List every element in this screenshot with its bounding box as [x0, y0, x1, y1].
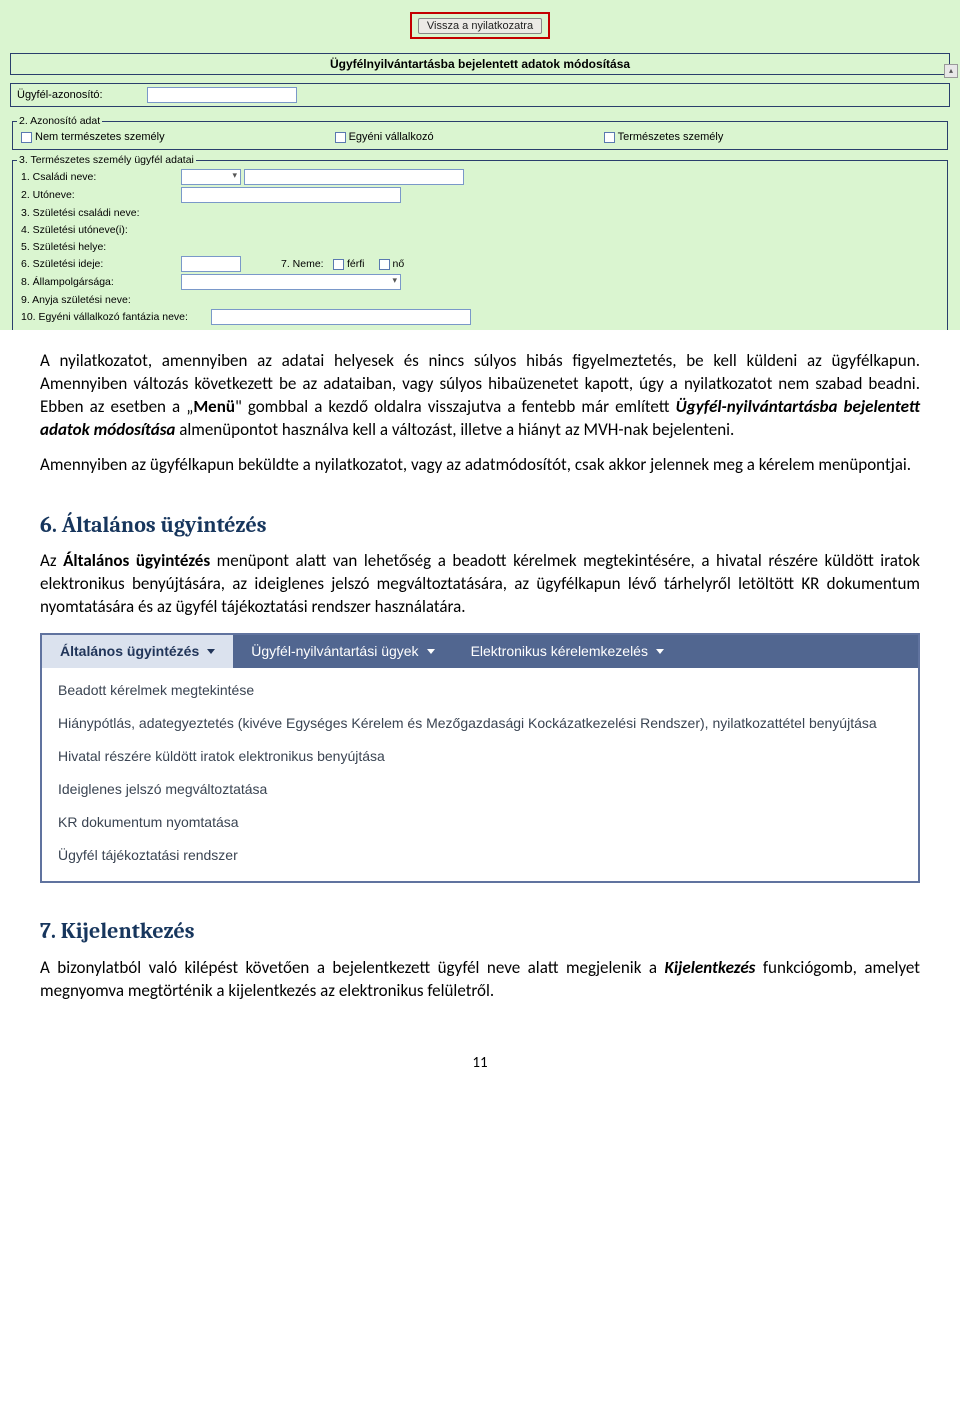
heading-altalanos-ugyintezes: 6. Általános ügyintézés	[40, 511, 920, 541]
azonosito-adat-legend: 2. Azonosító adat	[17, 115, 102, 127]
menu-tabs: Általános ügyintézés Ügyfél-nyilvántartá…	[42, 635, 918, 668]
document-body: A nyilatkozatot, amennyiben az adatai he…	[0, 330, 960, 1113]
cb-label: Természetes személy	[618, 131, 724, 143]
paragraph-note: Amennyiben az ügyfélkapun beküldte a nyi…	[40, 454, 920, 477]
label-anyja-neve: 9. Anyja születési neve:	[21, 294, 181, 306]
checkbox-icon	[379, 259, 390, 270]
cb-item-egyeni-vallalkozo[interactable]: Egyéni vállalkozó	[335, 131, 434, 143]
form-screenshot-region: Vissza a nyilatkozatra ▴ Ügyfélnyilvánta…	[0, 0, 960, 330]
termeszetes-szemely-group: 3. Természetes személy ügyfél adatai 1. …	[12, 154, 948, 330]
utoneve-input[interactable]	[181, 187, 401, 203]
checkbox-icon	[335, 132, 346, 143]
csaladi-prefix-select[interactable]	[181, 169, 241, 185]
panel-title-box: Ügyfélnyilvántartásba bejelentett adatok…	[10, 53, 950, 75]
menu-dropdown-list: Beadott kérelmek megtekintése Hiánypótlá…	[42, 668, 918, 881]
cb-label: férfi	[347, 258, 365, 270]
chevron-down-icon	[207, 649, 215, 654]
tab-elektronikus-kerelemkezeles[interactable]: Elektronikus kérelemkezelés	[453, 635, 682, 668]
ugyfel-azonosito-panel: Ügyfél-azonosító:	[10, 83, 950, 107]
chevron-down-icon	[656, 649, 664, 654]
label-allampolgarsaga: 8. Állampolgársága:	[21, 276, 181, 288]
checkbox-icon	[333, 259, 344, 270]
cb-label: Nem természetes személy	[35, 131, 165, 143]
tab-label: Általános ügyintézés	[60, 642, 199, 661]
azonosito-adat-group: 2. Azonosító adat Nem természetes személ…	[12, 115, 948, 150]
cb-item-ferfi[interactable]: férfi	[333, 258, 365, 270]
fantazia-neve-input[interactable]	[211, 309, 471, 325]
cb-item-termeszetes[interactable]: Természetes személy	[604, 131, 724, 143]
text-run: " gombbal a kezdő oldalra visszajutva a …	[235, 396, 676, 417]
paragraph-kijelentkezes: A bizonylatból való kilépést követően a …	[40, 957, 920, 1003]
csaladi-neve-input[interactable]	[244, 169, 464, 185]
scroll-up-icon[interactable]: ▴	[944, 64, 958, 78]
back-button-frame: Vissza a nyilatkozatra	[10, 8, 950, 53]
label-neme: 7. Neme:	[281, 258, 333, 270]
menu-item[interactable]: Beadott kérelmek megtekintése	[42, 674, 918, 707]
menu-item[interactable]: KR dokumentum nyomtatása	[42, 806, 918, 839]
label-szul-hely: 5. Születési helye:	[21, 241, 181, 253]
page-number: 11	[40, 1053, 920, 1073]
cb-item-nem-termeszetes[interactable]: Nem természetes személy	[21, 131, 165, 143]
highlight-box: Vissza a nyilatkozatra	[410, 12, 550, 39]
text-bold-altalanos: Általános ügyintézés	[63, 550, 210, 571]
cb-label: nő	[393, 258, 405, 270]
label-csaladi-neve: 1. Családi neve:	[21, 171, 181, 183]
text-run: almenüpontot használva kell a változást,…	[175, 419, 734, 440]
tab-label: Elektronikus kérelemkezelés	[471, 642, 648, 661]
termeszetes-szemely-legend: 3. Természetes személy ügyfél adatai	[17, 154, 196, 166]
label-szul-utonev: 4. Születési utóneve(i):	[21, 224, 181, 236]
heading-kijelentkezes: 7. Kijelentkezés	[40, 917, 920, 947]
tab-label: Ügyfél-nyilvántartási ügyek	[251, 642, 418, 661]
tab-altalanos-ugyintezes[interactable]: Általános ügyintézés	[42, 635, 233, 668]
back-button[interactable]: Vissza a nyilatkozatra	[418, 18, 542, 34]
cb-label: Egyéni vállalkozó	[349, 131, 434, 143]
text-run: Az	[40, 550, 63, 571]
chevron-down-icon	[427, 649, 435, 654]
allampolgarsaga-select[interactable]	[181, 274, 401, 290]
label-szul-ideje: 6. Születési ideje:	[21, 258, 181, 270]
paragraph-altalanos: Az Általános ügyintézés menüpont alatt v…	[40, 550, 920, 619]
szul-ideje-input[interactable]	[181, 256, 241, 272]
text-bold-menu: Menü	[193, 396, 235, 417]
menu-item[interactable]: Hiánypótlás, adategyeztetés (kivéve Egys…	[42, 707, 918, 740]
menu-item[interactable]: Hivatal részére küldött iratok elektroni…	[42, 740, 918, 773]
menu-screenshot: Általános ügyintézés Ügyfél-nyilvántartá…	[40, 633, 920, 883]
panel-title: Ügyfélnyilvántartásba bejelentett adatok…	[11, 54, 949, 74]
checkbox-icon	[604, 132, 615, 143]
label-fantazia-neve: 10. Egyéni vállalkozó fantázia neve:	[21, 311, 211, 323]
label-utoneve: 2. Utóneve:	[21, 189, 181, 201]
ugyfel-azonosito-input[interactable]	[147, 87, 297, 103]
text-run: A bizonylatból való kilépést követően a …	[40, 957, 665, 978]
text-bolditalic-kijelentkezes: Kijelentkezés	[665, 957, 756, 978]
label-szul-csaladi: 3. Születési családi neve:	[21, 207, 181, 219]
checkbox-icon	[21, 132, 32, 143]
tab-ugyfel-nyilvantartas[interactable]: Ügyfél-nyilvántartási ügyek	[233, 635, 452, 668]
ugyfel-azonosito-label: Ügyfél-azonosító:	[17, 89, 147, 101]
menu-item[interactable]: Ügyfél tájékoztatási rendszer	[42, 839, 918, 872]
menu-item[interactable]: Ideiglenes jelszó megváltoztatása	[42, 773, 918, 806]
paragraph-instructions: A nyilatkozatot, amennyiben az adatai he…	[40, 350, 920, 442]
cb-item-no[interactable]: nő	[379, 258, 405, 270]
